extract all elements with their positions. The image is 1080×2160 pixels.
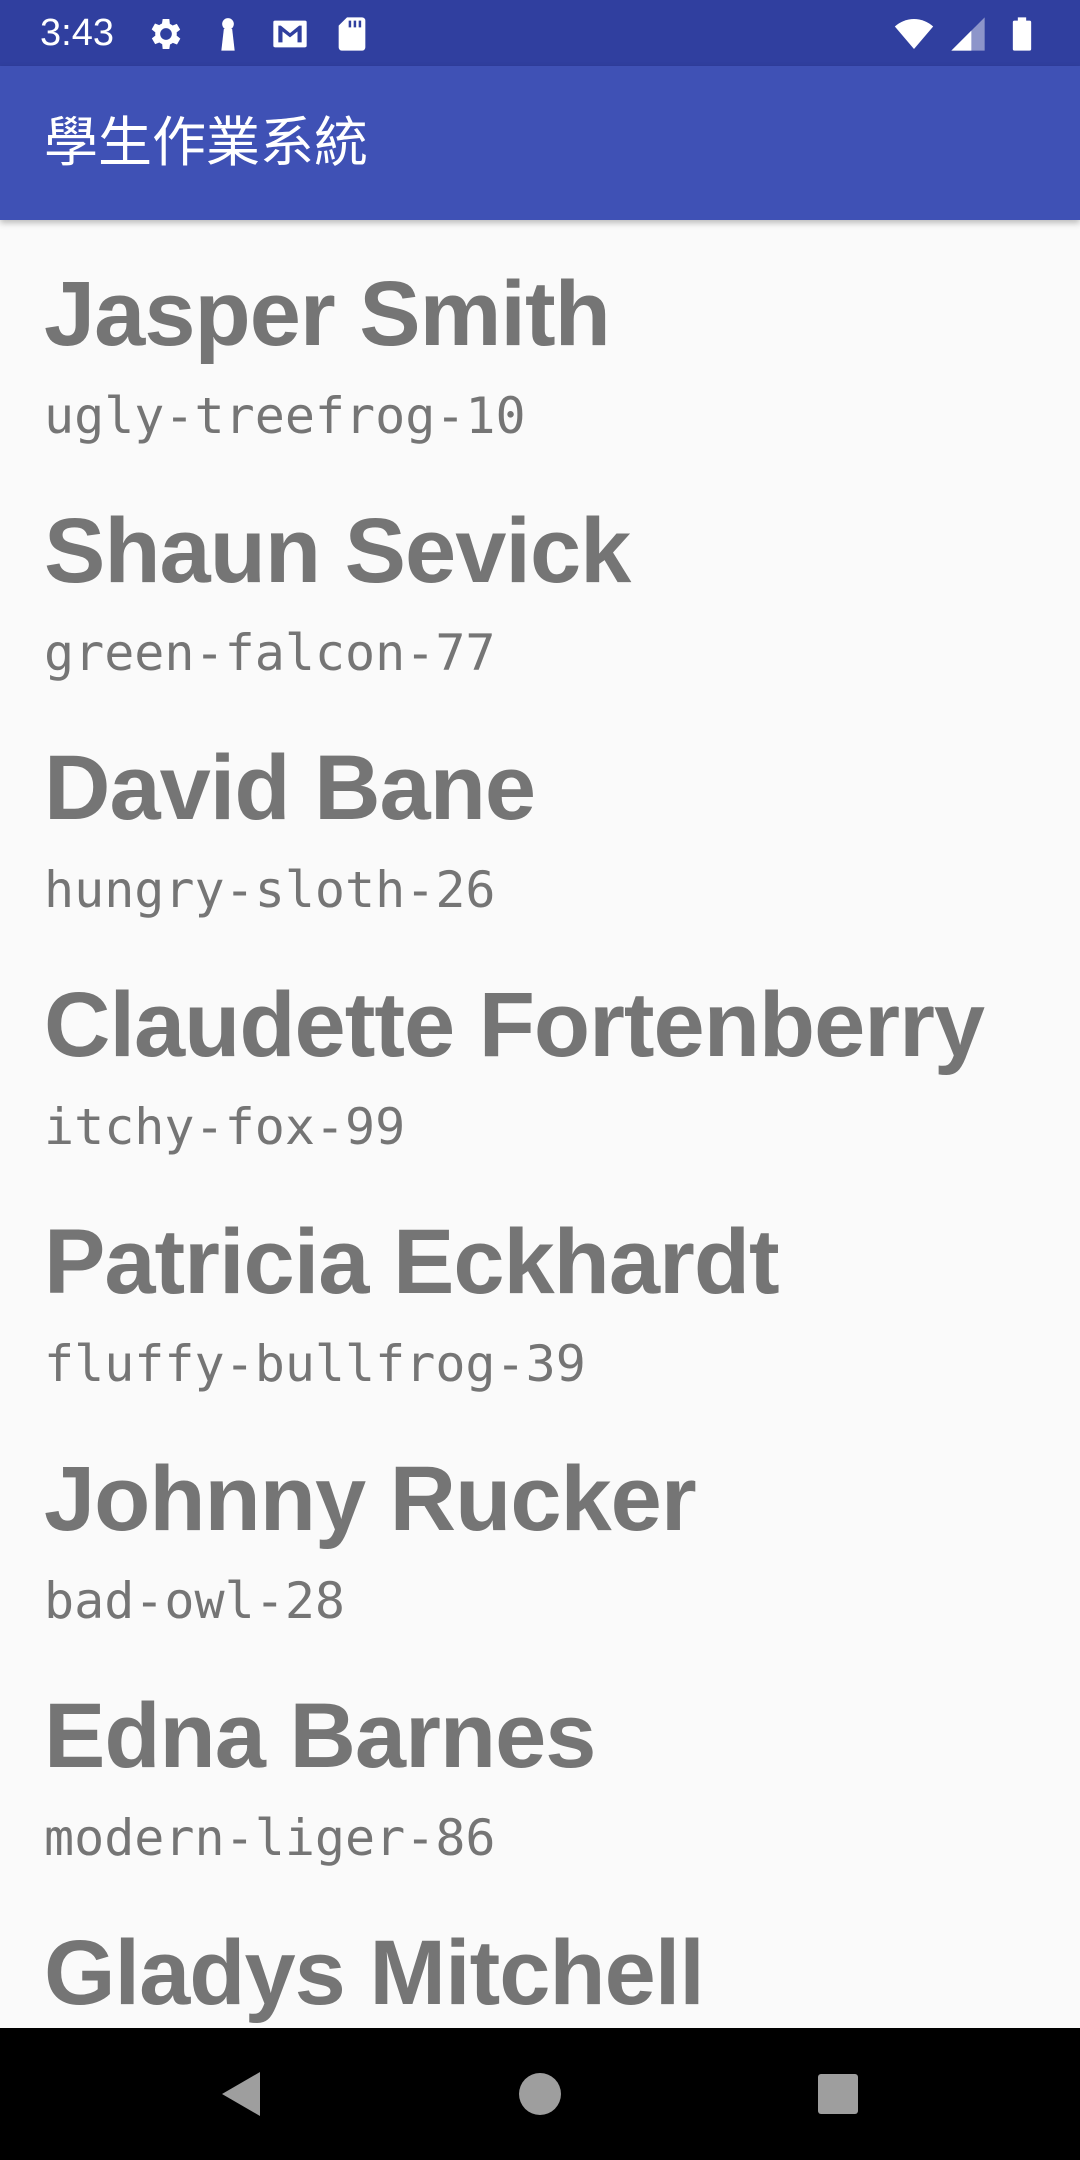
student-list-item[interactable]: Claudette Fortenberry itchy-fox-99 [0,931,1080,1168]
student-id: green-falcon-77 [44,624,496,682]
wifi-icon [894,14,934,54]
gmail-icon [270,14,310,54]
student-list-item[interactable]: David Bane hungry-sloth-26 [0,694,1080,931]
battery-icon [1002,14,1042,54]
student-id: ugly-treefrog-10 [44,387,526,445]
status-time: 3:43 [40,12,114,54]
sd-card-icon [332,14,372,54]
student-list-item[interactable]: Jasper Smith ugly-treefrog-10 [0,220,1080,457]
student-list-item[interactable]: Shaun Sevick green-falcon-77 [0,457,1080,694]
student-name: Johnny Rucker [44,1448,697,1550]
settings-icon [146,14,186,54]
home-icon[interactable] [504,2058,576,2130]
student-name: Edna Barnes [44,1685,596,1787]
student-id: fluffy-bullfrog-39 [44,1335,586,1393]
student-list[interactable]: Jasper Smith ugly-treefrog-10 Shaun Sevi… [0,220,1080,2028]
student-id: itchy-fox-99 [44,1098,406,1156]
cellular-signal-icon [948,14,988,54]
student-name: David Bane [44,737,536,839]
student-name: Shaun Sevick [44,500,631,602]
navigation-bar [0,2028,1080,2160]
student-list-item[interactable]: Patricia Eckhardt fluffy-bullfrog-39 [0,1168,1080,1405]
student-id: hungry-sloth-26 [44,861,496,919]
student-id: modern-liger-86 [44,1809,496,1867]
student-list-item[interactable]: Gladys Mitchell [0,1879,1080,2028]
status-notification-icons [146,14,372,54]
student-name: Patricia Eckhardt [44,1211,780,1313]
back-icon[interactable] [204,2058,276,2130]
student-name: Claudette Fortenberry [44,974,985,1076]
app-title: 學生作業系統 [44,111,368,174]
student-list-item[interactable]: Edna Barnes modern-liger-86 [0,1642,1080,1879]
student-list-item[interactable]: Johnny Rucker bad-owl-28 [0,1405,1080,1642]
student-name: Jasper Smith [44,263,611,365]
app-bar: 學生作業系統 [0,66,1080,220]
recents-icon[interactable] [802,2058,874,2130]
student-name: Gladys Mitchell [44,1922,705,2024]
student-id: bad-owl-28 [44,1572,346,1630]
status-system-icons [894,14,1042,54]
keyhole-icon [208,14,248,54]
status-bar: 3:43 [0,0,1080,66]
